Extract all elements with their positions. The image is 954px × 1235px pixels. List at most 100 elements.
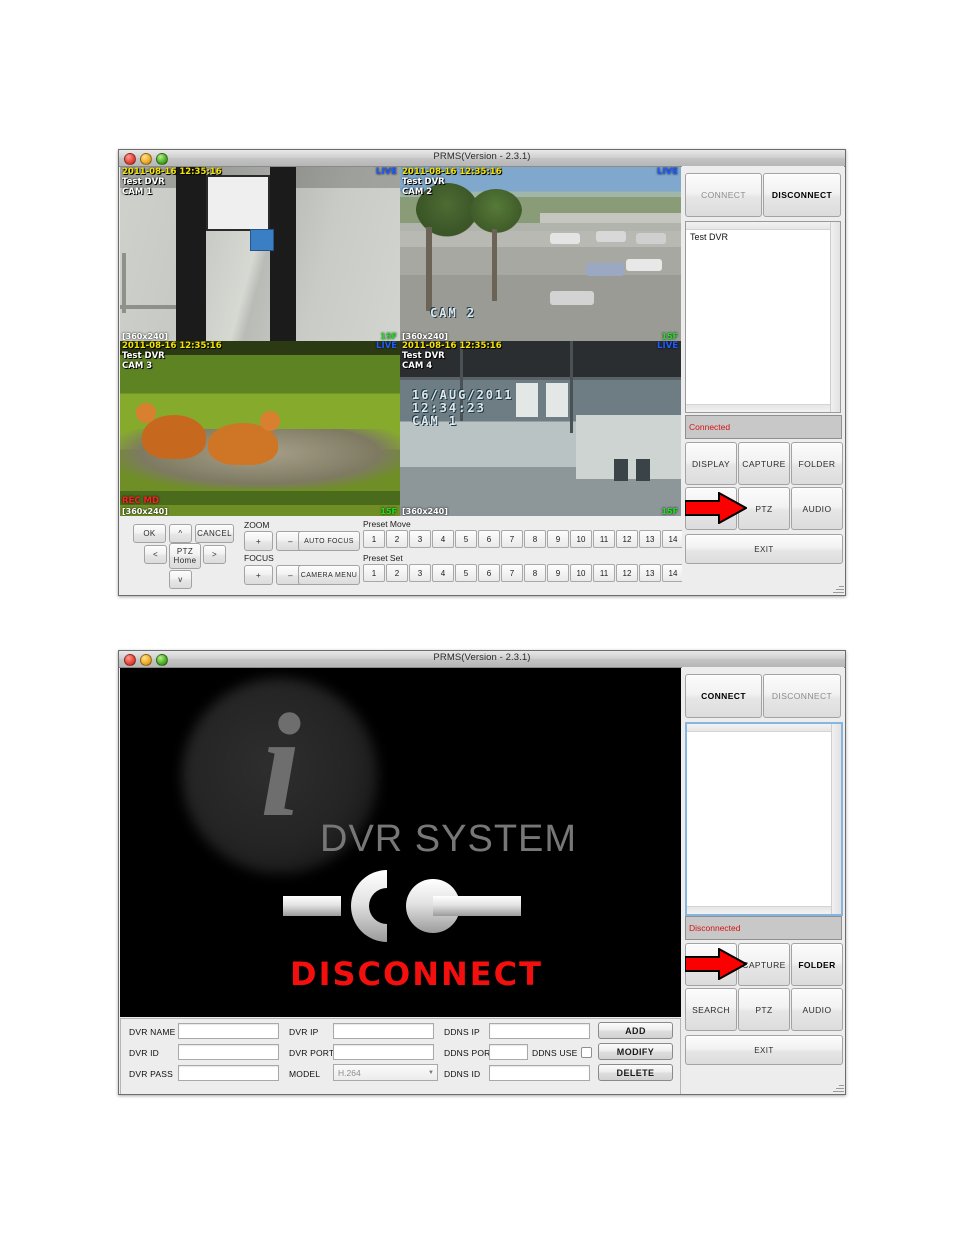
add-button[interactable]: ADD bbox=[598, 1022, 673, 1039]
focus-near-button[interactable]: + bbox=[244, 565, 273, 585]
ddns-id-input[interactable] bbox=[489, 1065, 590, 1081]
display-button[interactable] bbox=[685, 943, 737, 986]
preset-move-row[interactable]: 12345678910111213141516 bbox=[363, 530, 731, 548]
ptz-up-button[interactable]: ^ bbox=[169, 524, 192, 543]
camera-menu-button[interactable]: CAMERA MENU bbox=[298, 565, 360, 585]
preset-move-btn-14[interactable]: 14 bbox=[662, 530, 684, 548]
preset-set-btn-2[interactable]: 2 bbox=[386, 564, 408, 582]
dvr-list[interactable]: Test DVR bbox=[685, 221, 841, 413]
exit-button[interactable]: EXIT bbox=[685, 534, 843, 564]
preset-move-btn-13[interactable]: 13 bbox=[639, 530, 661, 548]
prms-window-live[interactable]: PRMS(Version - 2.3.1) 2011-08-16 12:35:1… bbox=[118, 149, 846, 596]
window1-resize-grip[interactable] bbox=[832, 582, 844, 594]
resolution-label-3: [360x240] bbox=[122, 507, 168, 516]
ddns-use-label: DDNS USE bbox=[532, 1048, 578, 1058]
connect-button[interactable]: CONNECT bbox=[685, 173, 762, 217]
dvr-pass-input[interactable] bbox=[178, 1065, 279, 1081]
connect-button[interactable]: CONNECT bbox=[685, 674, 762, 718]
preset-move-btn-5[interactable]: 5 bbox=[455, 530, 477, 548]
preset-set-btn-5[interactable]: 5 bbox=[455, 564, 477, 582]
disconnect-button[interactable]: DISCONNECT bbox=[763, 173, 841, 217]
folder-button[interactable]: FOLDER bbox=[791, 442, 843, 485]
connection-status: Connected bbox=[685, 415, 842, 439]
camera-pane-2[interactable]: CAM 2 2011-08-16 12:35:16 Test DVR CAM 2… bbox=[400, 167, 681, 341]
dvr-ip-input[interactable] bbox=[333, 1023, 434, 1039]
ptz-ok-button[interactable]: OK bbox=[133, 524, 166, 543]
preset-set-btn-1[interactable]: 1 bbox=[363, 564, 385, 582]
dvr-list-scrollbar[interactable] bbox=[831, 724, 841, 914]
preset-move-btn-1[interactable]: 1 bbox=[363, 530, 385, 548]
zoom-in-button[interactable]: + bbox=[244, 531, 273, 551]
splash-area[interactable]: i DVR SYSTEM DISCONNECT bbox=[120, 668, 681, 1017]
search-button[interactable] bbox=[685, 487, 737, 530]
preset-set-btn-4[interactable]: 4 bbox=[432, 564, 454, 582]
ptz-down-button[interactable]: v bbox=[169, 570, 192, 589]
capture-button[interactable]: CAPTURE bbox=[738, 943, 790, 986]
preset-set-btn-10[interactable]: 10 bbox=[570, 564, 592, 582]
ptz-button[interactable]: PTZ bbox=[738, 988, 790, 1031]
ptz-right-button[interactable]: > bbox=[203, 545, 226, 564]
dvr-list-item-0[interactable]: Test DVR bbox=[690, 232, 728, 242]
folder-button[interactable]: FOLDER bbox=[791, 943, 843, 986]
ptz-button[interactable]: PTZ bbox=[738, 487, 790, 530]
window1-titlebar[interactable]: PRMS(Version - 2.3.1) bbox=[119, 150, 845, 167]
ptz-left-button[interactable]: < bbox=[144, 545, 167, 564]
dvr-list-scrollbar[interactable] bbox=[830, 222, 840, 412]
preset-move-btn-11[interactable]: 11 bbox=[593, 530, 615, 548]
ptz-home-button[interactable]: PTZ Home bbox=[169, 543, 201, 569]
disconnect-button[interactable]: DISCONNECT bbox=[763, 674, 841, 718]
exit-button[interactable]: EXIT bbox=[685, 1035, 843, 1065]
audio-button[interactable]: AUDIO bbox=[791, 487, 843, 530]
chevron-down-icon: ▼ bbox=[428, 1069, 434, 1076]
window2-sidebar: CONNECT DISCONNECT Disconnected CAPTURE … bbox=[682, 667, 844, 1093]
audio-button[interactable]: AUDIO bbox=[791, 988, 843, 1031]
embedded-osd-2: CAM 2 bbox=[430, 306, 477, 320]
preset-move-btn-12[interactable]: 12 bbox=[616, 530, 638, 548]
preset-set-btn-7[interactable]: 7 bbox=[501, 564, 523, 582]
camera-pane-3[interactable]: 2011-08-16 12:35:16 Test DVR CAM 3 LIVE … bbox=[120, 341, 400, 516]
dvr-settings-form: DVR NAME DVR ID DVR PASS DVR IP DVR PORT… bbox=[120, 1018, 681, 1094]
camera-pane-1[interactable]: 2011-08-16 12:35:16 Test DVR CAM 1 LIVE … bbox=[120, 167, 400, 341]
camera-pane-4[interactable]: 16/AUG/2011 12:34:23 CAM 1 2011-08-16 12… bbox=[400, 341, 681, 516]
camera-osd-4: 2011-08-16 12:35:16 Test DVR CAM 4 bbox=[402, 341, 502, 371]
osd-date-2: 2011-08-16 12:35:16 bbox=[402, 167, 502, 177]
model-select[interactable]: H.264 ▼ bbox=[333, 1064, 438, 1081]
list-top-gutter bbox=[686, 222, 840, 230]
video-grid[interactable]: 2011-08-16 12:35:16 Test DVR CAM 1 LIVE … bbox=[120, 167, 681, 516]
dvr-name-input[interactable] bbox=[178, 1023, 279, 1039]
preset-set-row[interactable]: 12345678910111213141516 bbox=[363, 564, 731, 582]
auto-focus-button[interactable]: AUTO FOCUS bbox=[298, 531, 360, 551]
dvr-port-input[interactable] bbox=[333, 1044, 434, 1060]
delete-button[interactable]: DELETE bbox=[598, 1064, 673, 1081]
preset-set-btn-13[interactable]: 13 bbox=[639, 564, 661, 582]
preset-move-btn-9[interactable]: 9 bbox=[547, 530, 569, 548]
preset-move-btn-2[interactable]: 2 bbox=[386, 530, 408, 548]
preset-set-btn-8[interactable]: 8 bbox=[524, 564, 546, 582]
preset-set-btn-11[interactable]: 11 bbox=[593, 564, 615, 582]
preset-move-btn-7[interactable]: 7 bbox=[501, 530, 523, 548]
ddns-ip-input[interactable] bbox=[489, 1023, 590, 1039]
search-button[interactable]: SEARCH bbox=[685, 988, 737, 1031]
preset-move-btn-4[interactable]: 4 bbox=[432, 530, 454, 548]
prms-window-disconnected[interactable]: PRMS(Version - 2.3.1) i DVR SYSTEM DISCO… bbox=[118, 650, 846, 1095]
preset-move-btn-3[interactable]: 3 bbox=[409, 530, 431, 548]
window2-titlebar[interactable]: PRMS(Version - 2.3.1) bbox=[119, 651, 845, 668]
modify-button[interactable]: MODIFY bbox=[598, 1043, 673, 1060]
capture-button[interactable]: CAPTURE bbox=[738, 442, 790, 485]
preset-set-btn-12[interactable]: 12 bbox=[616, 564, 638, 582]
preset-set-btn-3[interactable]: 3 bbox=[409, 564, 431, 582]
window2-resize-grip[interactable] bbox=[832, 1081, 844, 1093]
osd-dvr-2: Test DVR bbox=[402, 177, 445, 187]
preset-move-btn-6[interactable]: 6 bbox=[478, 530, 500, 548]
preset-set-btn-14[interactable]: 14 bbox=[662, 564, 684, 582]
dvr-list[interactable] bbox=[685, 722, 843, 916]
preset-move-btn-10[interactable]: 10 bbox=[570, 530, 592, 548]
preset-set-btn-9[interactable]: 9 bbox=[547, 564, 569, 582]
preset-set-btn-6[interactable]: 6 bbox=[478, 564, 500, 582]
preset-move-btn-8[interactable]: 8 bbox=[524, 530, 546, 548]
ptz-cancel-button[interactable]: CANCEL bbox=[195, 524, 234, 543]
dvr-id-input[interactable] bbox=[178, 1044, 279, 1060]
ddns-port-input[interactable] bbox=[489, 1044, 528, 1060]
ddns-use-checkbox[interactable] bbox=[581, 1047, 592, 1058]
display-button[interactable]: DISPLAY bbox=[685, 442, 737, 485]
